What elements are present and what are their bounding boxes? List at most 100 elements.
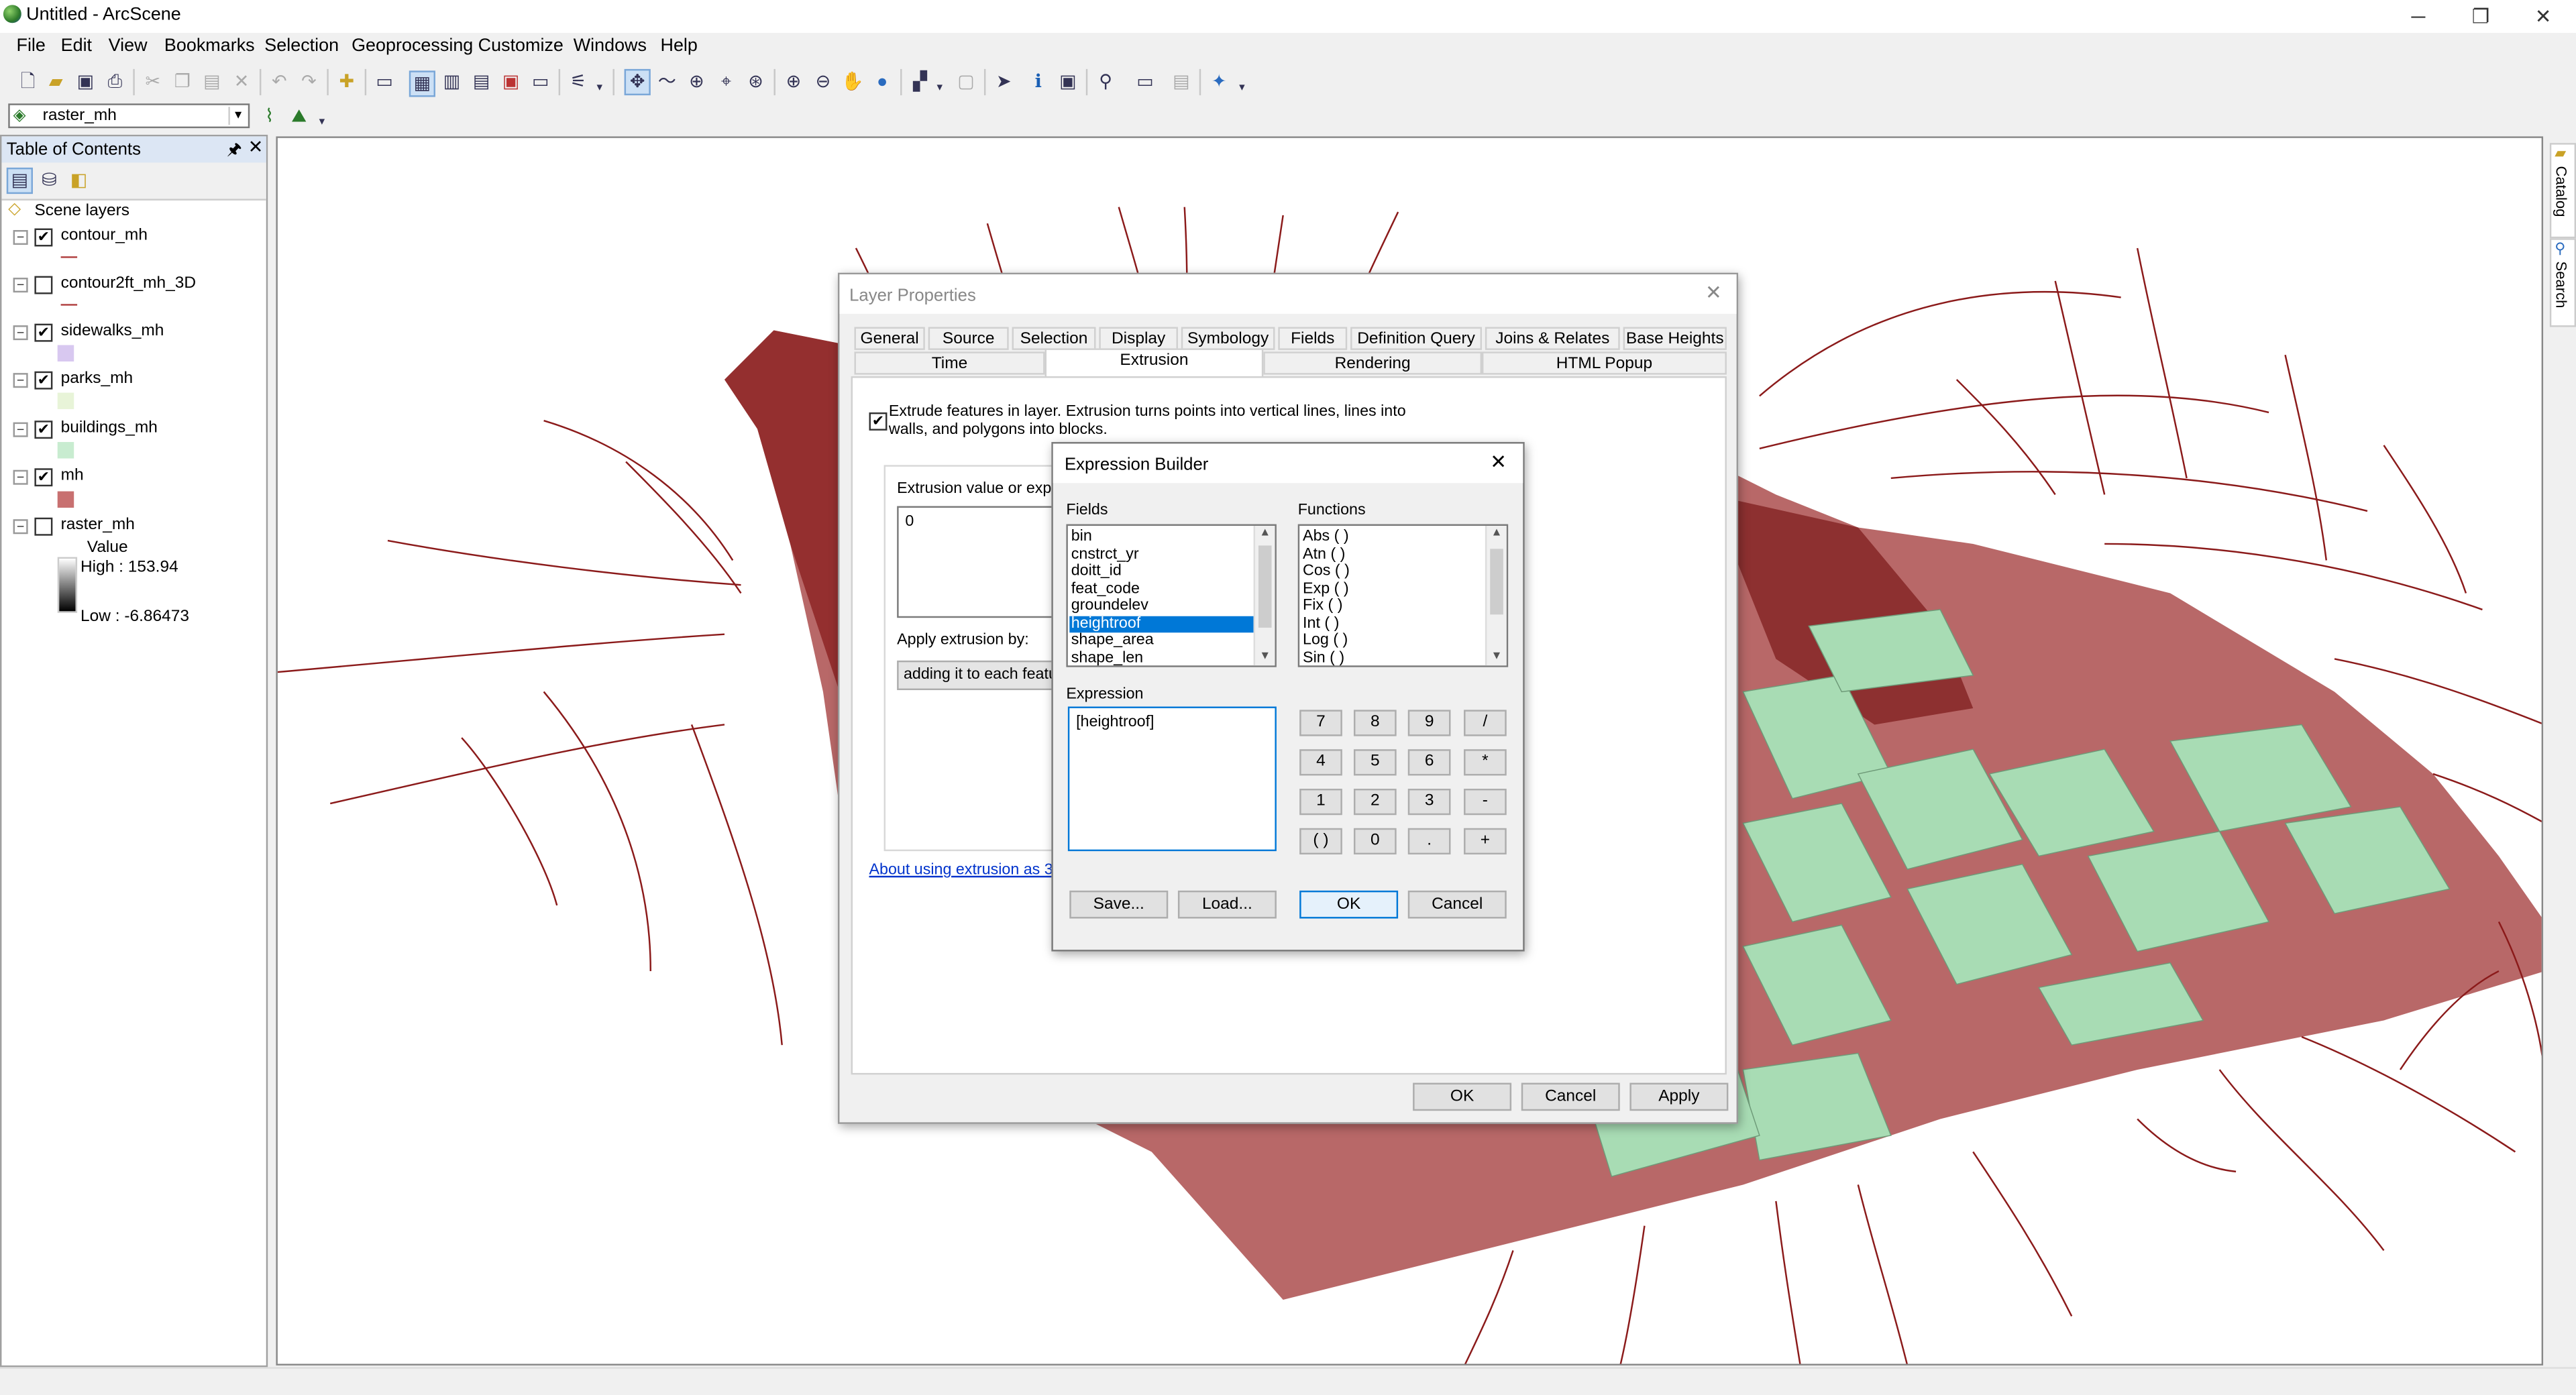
menu-geoprocessing[interactable]: Geoprocessing	[352, 36, 473, 56]
center-on-target-icon[interactable]: ⊕	[685, 70, 708, 93]
close-toc-icon[interactable]: ✕	[248, 136, 264, 158]
scroll-down-icon[interactable]: ▼	[1487, 649, 1506, 666]
tab-time[interactable]: Time	[854, 351, 1045, 375]
load-button[interactable]: Load...	[1177, 890, 1277, 919]
extrusion-help-link[interactable]: About using extrusion as 3D	[869, 861, 1065, 879]
tab-general[interactable]: General	[854, 327, 925, 350]
tab-display[interactable]: Display	[1099, 327, 1178, 350]
scroll-up-icon[interactable]: ▲	[1255, 526, 1275, 543]
list-by-source-icon[interactable]: ⛁	[38, 169, 60, 192]
toc-layer-contour2ft-mh-3d[interactable]: − contour2ft_mh_3D	[1, 273, 266, 296]
3d-effects-icon[interactable]: ✦	[1208, 70, 1230, 93]
menu-view[interactable]: View	[109, 36, 148, 56]
cancel-button[interactable]: Cancel	[1407, 890, 1507, 919]
key-0-button[interactable]: 0	[1353, 828, 1397, 854]
maximize-button[interactable]: ❐	[2448, 3, 2514, 30]
new-document-icon[interactable]: 🗋	[16, 70, 39, 93]
search-window-icon[interactable]: ▤	[470, 70, 492, 93]
function-item[interactable]: Exp ( )	[1303, 580, 1349, 598]
zoom-to-target-icon[interactable]: ⌖	[714, 70, 737, 93]
menu-windows[interactable]: Windows	[574, 36, 647, 56]
tab-source[interactable]: Source	[928, 327, 1009, 350]
fly-icon[interactable]: 〜	[655, 70, 678, 93]
search-tab[interactable]: ⚲ Search	[2549, 238, 2576, 327]
zoom-out-icon[interactable]: ⊖	[812, 70, 835, 93]
select-features-icon[interactable]: ▞	[908, 70, 931, 93]
field-item[interactable]: shape_area	[1071, 632, 1154, 650]
layer-visibility-checkbox[interactable]: ✔	[34, 228, 53, 247]
select-elements-icon[interactable]: ➤	[992, 70, 1015, 93]
python-window-icon[interactable]: ▭	[529, 70, 552, 93]
function-item[interactable]: Int ( )	[1303, 614, 1339, 633]
extrusion-value-input[interactable]: 0	[897, 506, 1062, 618]
function-item[interactable]: Log ( )	[1303, 632, 1348, 650]
key-4-button[interactable]: 4	[1299, 749, 1342, 776]
open-icon[interactable]: ▰	[44, 70, 67, 93]
layer-visibility-checkbox[interactable]: ✔	[34, 421, 53, 439]
field-item[interactable]: doitt_id	[1071, 563, 1122, 581]
tab-symbology[interactable]: Symbology	[1181, 327, 1275, 350]
tab-fields[interactable]: Fields	[1278, 327, 1348, 350]
key-minus-button[interactable]: -	[1464, 789, 1507, 816]
save-icon[interactable]: ▣	[74, 70, 97, 93]
redo-icon[interactable]: ↷	[297, 70, 320, 93]
apply-button[interactable]: Apply	[1629, 1082, 1729, 1111]
key-9-button[interactable]: 9	[1407, 710, 1451, 736]
scroll-thumb[interactable]	[1258, 545, 1272, 628]
model-builder-icon[interactable]: ⚟	[567, 70, 590, 93]
scene-layers-group[interactable]: ◇ Scene layers	[1, 201, 266, 223]
menu-file[interactable]: File	[16, 36, 45, 56]
field-item[interactable]: bin	[1071, 528, 1092, 547]
function-item[interactable]: Abs ( )	[1303, 528, 1349, 547]
cut-icon[interactable]: ✂	[142, 70, 164, 93]
scroll-up-icon[interactable]: ▲	[1487, 526, 1506, 543]
function-item[interactable]: Sin ( )	[1303, 649, 1344, 666]
toc-layer-sidewalks-mh[interactable]: − ✔ sidewalks_mh	[1, 321, 266, 343]
collapse-icon[interactable]: −	[13, 278, 28, 293]
field-item[interactable]: groundelev	[1071, 598, 1148, 616]
tab-definition-query[interactable]: Definition Query	[1350, 327, 1482, 350]
identify-icon[interactable]: ℹ	[1027, 70, 1050, 93]
key-8-button[interactable]: 8	[1353, 710, 1397, 736]
delete-icon[interactable]: ✕	[230, 70, 253, 93]
pin-icon[interactable]: 🖈	[227, 138, 242, 166]
toc-layer-buildings-mh[interactable]: − ✔ buildings_mh	[1, 417, 266, 440]
layer-visibility-checkbox[interactable]	[34, 276, 53, 294]
key-divide-button[interactable]: /	[1464, 710, 1507, 736]
key-parentheses-button[interactable]: ( )	[1299, 828, 1342, 854]
html-popup-icon[interactable]: ▣	[1057, 70, 1079, 93]
expression-input[interactable]: [heightroof]	[1067, 706, 1277, 852]
tab-joins-relates[interactable]: Joins & Relates	[1485, 327, 1620, 350]
copy-icon[interactable]: ❐	[171, 70, 194, 93]
close-dialog-icon[interactable]: ✕	[1705, 281, 1722, 304]
menu-bookmarks[interactable]: Bookmarks	[164, 36, 255, 56]
tab-extrusion[interactable]: Extrusion	[1044, 348, 1264, 377]
catalog-window-icon[interactable]: ▥	[440, 70, 463, 93]
save-button[interactable]: Save...	[1069, 890, 1169, 919]
full-extent-icon[interactable]: ●	[871, 70, 894, 93]
catalog-tab[interactable]: ▰ Catalog	[2549, 143, 2576, 239]
field-item[interactable]: shape_len	[1071, 649, 1143, 666]
toc-layer-contour-mh[interactable]: − ✔ contour_mh	[1, 225, 266, 248]
key-1-button[interactable]: 1	[1299, 789, 1342, 816]
function-item[interactable]: Cos ( )	[1303, 563, 1350, 581]
ok-button[interactable]: OK	[1299, 890, 1399, 919]
field-item[interactable]: cnstrct_yr	[1071, 545, 1139, 564]
toc-layer-parks-mh[interactable]: − ✔ parks_mh	[1, 368, 266, 391]
field-item-selected[interactable]: heightroof	[1069, 614, 1254, 633]
toolbar-overflow-3-icon[interactable]: ▾	[315, 112, 329, 135]
chevron-down-icon[interactable]: ▼	[228, 107, 246, 125]
layer-visibility-checkbox[interactable]	[34, 517, 53, 536]
arctoolbox-icon[interactable]: ▭	[373, 70, 396, 93]
collapse-icon[interactable]: −	[13, 519, 28, 535]
toolbar-overflow-icon[interactable]: ▾	[593, 77, 606, 100]
key-3-button[interactable]: 3	[1407, 789, 1451, 816]
ok-button[interactable]: OK	[1413, 1082, 1512, 1111]
key-6-button[interactable]: 6	[1407, 749, 1451, 776]
interpolate-line-icon[interactable]: ⌇	[258, 105, 280, 128]
scroll-thumb[interactable]	[1490, 549, 1503, 615]
scroll-down-icon[interactable]: ▼	[1255, 649, 1275, 666]
toc-layer-mh[interactable]: − ✔ mh	[1, 465, 266, 488]
toolbar-overflow-2-icon[interactable]: ▾	[1236, 77, 1249, 100]
add-data-icon[interactable]: ✚	[335, 70, 358, 93]
